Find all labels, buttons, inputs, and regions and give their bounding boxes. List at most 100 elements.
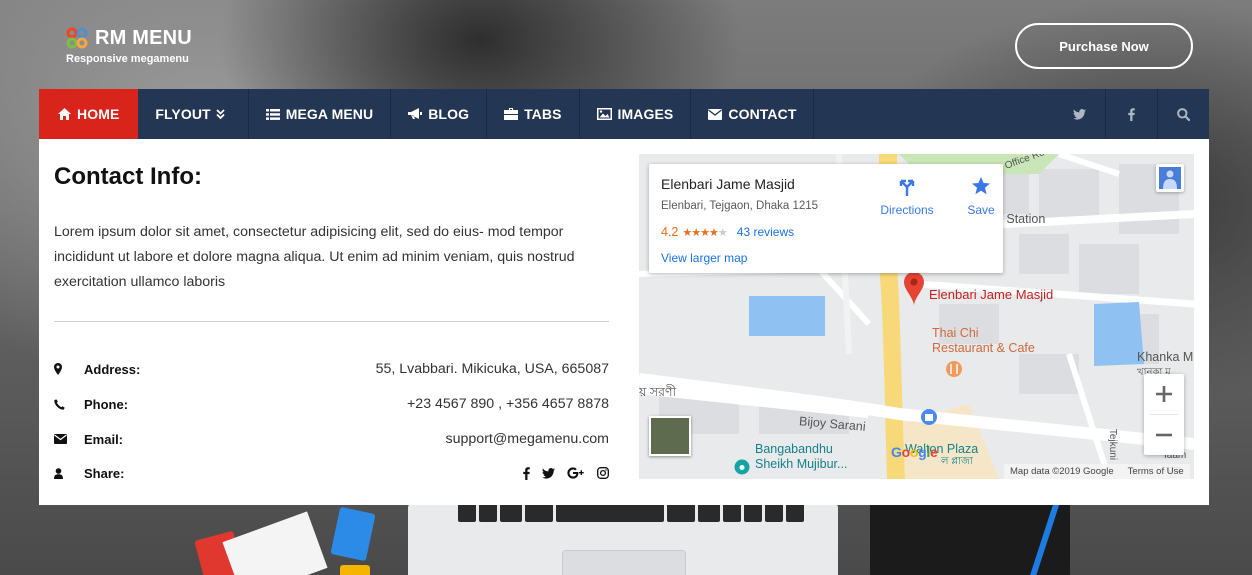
- home-icon: [58, 108, 71, 120]
- nav-item-label: MEGA MENU: [285, 106, 374, 122]
- nav-item-label: CONTACT: [728, 106, 797, 122]
- terms-of-use-link[interactable]: Terms of Use: [1128, 466, 1184, 477]
- map-label-walton-bn: ল প্লাজা: [941, 456, 973, 467]
- nav-item-label: HOME: [77, 106, 120, 122]
- nav-item-images[interactable]: IMAGES: [580, 89, 692, 139]
- brand-subtitle: Responsive megamenu: [66, 53, 189, 65]
- minus-icon: [1156, 433, 1172, 437]
- google-logo: Google: [891, 444, 938, 460]
- contact-row-label: Address:: [84, 361, 141, 377]
- contact-row-share: Share:: [54, 463, 609, 483]
- bullhorn-icon: [408, 108, 423, 119]
- map-label-tejkuni: Tejkuni: [1107, 428, 1119, 461]
- brand-title: RM MENU: [95, 26, 192, 49]
- contact-row-value[interactable]: support@megamenu.com: [204, 431, 609, 447]
- star-icon: ★: [682, 226, 692, 239]
- zoom-out-button[interactable]: [1144, 415, 1184, 455]
- map-label-khanka: Khanka M: [1137, 350, 1194, 364]
- pegman-icon: [1159, 167, 1181, 189]
- street-view-button[interactable]: [1156, 164, 1184, 192]
- star-icon: [972, 177, 990, 195]
- nav-item-contact[interactable]: CONTACT: [691, 89, 815, 139]
- twitter-icon[interactable]: [542, 467, 555, 479]
- reviews-link[interactable]: 43 reviews: [737, 225, 794, 239]
- map-label-thai-chi-2: Restaurant & Cafe: [932, 341, 1035, 355]
- list-icon: [265, 108, 280, 120]
- chevron-down-icon: [216, 109, 225, 120]
- contact-row-phone: Phone: +23 4567 890 , +356 4657 8878: [54, 394, 609, 414]
- restaurant-poi-icon: [946, 361, 962, 377]
- contact-panel: Contact Info: Lorem ipsum dolor sit amet…: [39, 139, 1209, 505]
- twitter-icon: [1072, 108, 1086, 120]
- image-icon: [596, 108, 612, 120]
- purchase-now-button[interactable]: Purchase Now: [1015, 23, 1193, 69]
- place-name: Elenbari Jame Masjid: [661, 176, 795, 192]
- nav-item-home[interactable]: HOME: [39, 89, 139, 139]
- contact-row-email: Email: support@megamenu.com: [54, 429, 609, 449]
- nav-item-blog[interactable]: BLOG: [391, 89, 488, 139]
- google-plus-icon[interactable]: [567, 467, 585, 479]
- envelope-icon: [708, 108, 723, 120]
- satellite-thumbnail-button[interactable]: [649, 416, 691, 456]
- facebook-icon: [1128, 107, 1135, 121]
- contact-row-label: Email:: [84, 431, 124, 447]
- contact-row-address: Address: 55, Lvabbari. Mikicuka, USA, 66…: [54, 359, 609, 379]
- map-label-thai-chi: Thai Chi: [932, 326, 979, 340]
- view-larger-map-link[interactable]: View larger map: [661, 251, 747, 265]
- contact-row-label: Phone:: [84, 396, 129, 412]
- user-icon: [54, 467, 84, 479]
- background-touchpad: [562, 550, 686, 575]
- directions-icon: [899, 179, 915, 196]
- nav-search-button[interactable]: [1157, 89, 1209, 139]
- nav-item-label: TABS: [524, 106, 562, 122]
- instagram-icon[interactable]: [597, 467, 609, 479]
- star-icon: ★: [717, 226, 728, 239]
- zoom-in-button[interactable]: [1144, 374, 1184, 414]
- map-data-attribution: Map data ©2019 Google: [1010, 466, 1114, 477]
- nav-item-label: IMAGES: [617, 106, 674, 122]
- nav-item-tabs[interactable]: TABS: [487, 89, 580, 139]
- google-map[interactable]: ng Station Office Ro Elenbari Jame Masji…: [639, 154, 1194, 479]
- map-label-marker: Elenbari Jame Masjid: [929, 287, 1054, 302]
- envelope-icon: [54, 434, 84, 444]
- star-icon: ★: [691, 226, 701, 239]
- nav-item-label: BLOG: [428, 106, 470, 122]
- nav-facebook-button[interactable]: [1105, 89, 1157, 139]
- nav-item-flyout[interactable]: FLYOUT: [138, 89, 249, 139]
- briefcase-icon: [504, 108, 519, 120]
- star-icon: ★: [709, 226, 719, 239]
- camera-poi-icon: [734, 459, 750, 475]
- main-nav: HOME FLYOUT MEGA MENU BLOG TABS IMAGES C…: [39, 89, 1209, 139]
- facebook-icon[interactable]: [523, 466, 530, 480]
- divider: [54, 321, 609, 322]
- logo[interactable]: RM MENU: [65, 26, 192, 50]
- save-button[interactable]: Save: [961, 176, 1001, 217]
- nav-item-label: FLYOUT: [155, 106, 211, 122]
- contact-description: Lorem ipsum dolor sit amet, consectetur …: [54, 224, 575, 290]
- map-label-bangabandhu-2: Sheikh Mujibur...: [755, 457, 848, 471]
- rating-value: 4.2: [661, 225, 679, 239]
- joomla-logo-icon: [65, 26, 89, 50]
- phone-icon: [54, 398, 84, 410]
- search-icon: [1177, 107, 1190, 121]
- map-footer: Map data ©2019 Google Terms of Use: [1004, 464, 1190, 479]
- nav-item-mega-menu[interactable]: MEGA MENU: [249, 89, 392, 139]
- contact-row-value: 55, Lvabbari. Mikicuka, USA, 665087: [375, 361, 609, 377]
- shopping-poi-icon: [921, 409, 937, 425]
- map-pin-icon: [54, 363, 84, 375]
- plus-icon: [1156, 386, 1172, 402]
- share-icons: [204, 466, 609, 480]
- contact-row-value: +23 4567 890 , +356 4657 8878: [407, 396, 609, 412]
- contact-row-label: Share:: [84, 465, 125, 481]
- directions-label: Directions: [880, 203, 934, 217]
- contact-title: Contact Info:: [54, 163, 202, 190]
- place-address: Elenbari, Tejgaon, Dhaka 1215: [661, 200, 819, 212]
- nav-twitter-button[interactable]: [1053, 89, 1105, 139]
- directions-button[interactable]: Directions: [877, 176, 937, 217]
- rating-stars: ★★★★★: [682, 226, 728, 239]
- map-marker-icon[interactable]: [904, 272, 924, 306]
- place-info-card: Elenbari Jame Masjid Elenbari, Tejgaon, …: [649, 164, 1003, 273]
- map-label-bijoy-bn: য় সরণী: [639, 385, 677, 399]
- save-label: Save: [967, 203, 995, 217]
- star-icon: ★: [700, 226, 710, 239]
